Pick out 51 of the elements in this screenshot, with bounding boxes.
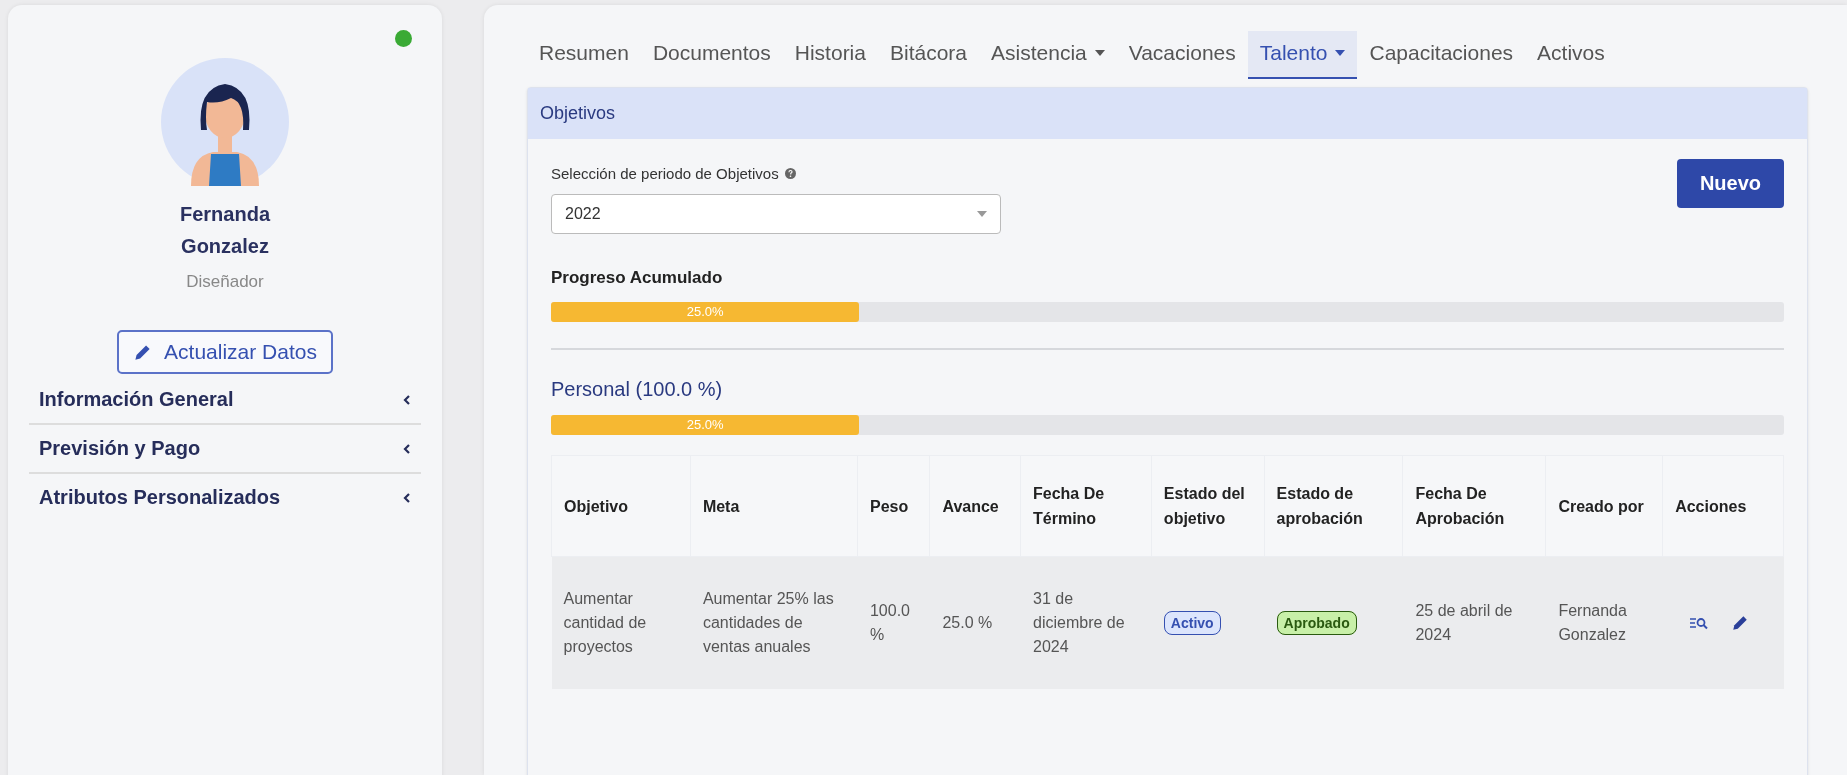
column-header: Estado de aprobación (1264, 455, 1403, 557)
table-cell: 25 de abril de 2024 (1402, 556, 1546, 689)
progress-fill: 25.0% (551, 415, 860, 435)
nav-tab[interactable]: Vacaciones (1116, 31, 1248, 79)
edit-icon[interactable] (1731, 614, 1750, 632)
status-dot (395, 30, 412, 47)
column-header: Meta (690, 455, 858, 557)
new-button[interactable]: Nuevo (1676, 159, 1784, 208)
table-cell: 25.0 % (929, 556, 1021, 689)
section-header[interactable]: Atributos Personalizados (29, 474, 421, 521)
nav-tab[interactable]: Bitácora (877, 31, 979, 79)
period-select[interactable]: 2022 (551, 194, 1001, 234)
progress-label: Progreso Acumulado (551, 268, 724, 288)
nav-tab[interactable]: Resumen (527, 31, 641, 79)
table-cell: Fernanda Gonzalez (1545, 556, 1663, 689)
column-header: Fecha De Término (1020, 455, 1152, 557)
section-header[interactable]: Previsión y Pago (29, 425, 421, 474)
help-icon (784, 168, 796, 179)
progress-fill: 25.0% (551, 302, 860, 322)
table-cell: 100.0 % (857, 556, 930, 689)
search-list-icon[interactable] (1689, 616, 1710, 630)
nav-tab[interactable]: Asistencia (979, 31, 1117, 79)
chevron-icon (403, 442, 411, 455)
caret-icon (977, 211, 987, 217)
nav-tab[interactable]: Documentos (640, 31, 783, 79)
status-badge: Activo (1163, 611, 1221, 635)
table-cell: 31 de diciembre de 2024 (1020, 556, 1152, 689)
column-header: Fecha De Aprobación (1402, 455, 1546, 557)
field-label: Selección de periodo de Objetivos (551, 165, 779, 182)
column-header: Estado del objetivo (1151, 455, 1265, 557)
update-data-button[interactable]: Actualizar Datos (117, 330, 333, 374)
profile-role: Diseñador (186, 272, 264, 292)
group-title: Personal (100.0 %) (551, 378, 724, 401)
column-header: Creado por (1545, 455, 1663, 557)
nav-tab[interactable]: Capacitaciones (1357, 31, 1526, 79)
column-header: Acciones (1662, 455, 1784, 557)
nav-tab[interactable]: Historia (782, 31, 878, 79)
panel-title: Objetivos (528, 88, 1807, 139)
chevron-icon (403, 393, 411, 406)
approval-badge: Aprobado (1276, 611, 1357, 635)
column-header: Peso (857, 455, 930, 557)
avatar-icon (161, 58, 289, 186)
nav-tab[interactable]: Talento (1247, 31, 1358, 79)
table-cell: Aumentar cantidad de proyectos (551, 556, 691, 689)
profile-name: Fernanda Gonzalez (179, 202, 272, 259)
column-header: Objetivo (551, 455, 691, 557)
column-header: Avance (929, 455, 1021, 557)
section-header[interactable]: Información General (29, 376, 421, 425)
chevron-icon (403, 491, 411, 504)
nav-tab[interactable]: Activos (1525, 31, 1617, 79)
table-cell: Aumentar 25% las cantidades de ventas anuales (690, 556, 858, 689)
